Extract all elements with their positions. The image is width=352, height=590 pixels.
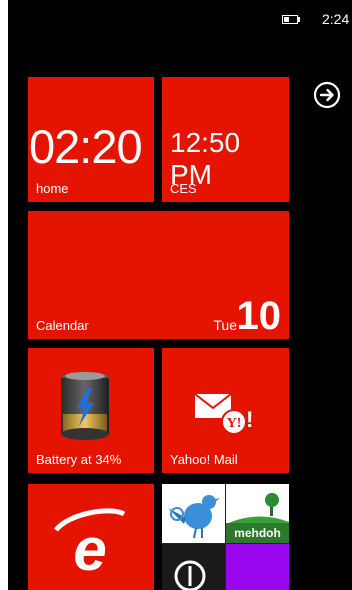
calendar-day: Tue [213, 317, 237, 333]
calendar-label: Calendar [36, 318, 89, 333]
battery-tip [298, 17, 300, 22]
circle-logo-icon [162, 544, 225, 590]
status-time: 2:24 [322, 11, 350, 27]
tile-people[interactable]: mehdoh [162, 484, 289, 590]
svg-text:Y!: Y! [227, 416, 242, 431]
clock-ces-label: CES [170, 181, 197, 196]
svg-text:e: e [73, 516, 106, 583]
battery-label: Battery at 34% [36, 452, 122, 467]
svg-text:!: ! [246, 407, 253, 432]
tile-clock-home[interactable]: 02:20 home [28, 77, 154, 202]
calendar-date: 10 [236, 294, 282, 338]
tile-calendar[interactable]: Calendar Tue 10 [28, 211, 289, 339]
internet-explorer-icon: e [54, 508, 126, 583]
people-photo-purple [226, 544, 289, 590]
battery-icon [282, 15, 298, 24]
people-photo-bird [162, 484, 225, 543]
yahoo-mail-label: Yahoo! Mail [170, 452, 238, 467]
tile-clock-ces[interactable]: 12:50 PM CES [162, 77, 289, 202]
arrow-right-circle-icon[interactable] [313, 81, 341, 109]
status-bar: 2:24 [8, 0, 352, 30]
tile-battery[interactable]: Battery at 34% [28, 348, 154, 473]
tile-yahoo-mail[interactable]: Y! ! Yahoo! Mail [162, 348, 289, 473]
people-photo-mehdoh: mehdoh [226, 484, 289, 543]
people-photo-dark [162, 544, 225, 590]
clock-home-label: home [36, 181, 69, 196]
clock-home-time: 02:20 [29, 120, 143, 173]
tile-internet-explorer[interactable]: e [28, 484, 154, 590]
bird-icon [162, 484, 225, 543]
mehdoh-label: mehdoh [226, 523, 289, 543]
start-screen: 2:24 02:20 home 12:50 PM CES Calendar Tu… [8, 0, 352, 590]
